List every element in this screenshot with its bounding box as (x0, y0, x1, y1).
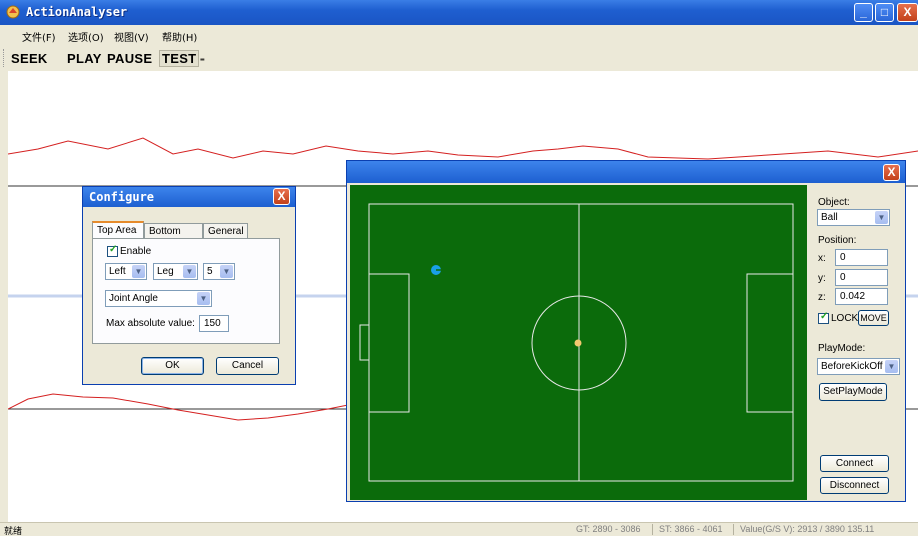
index-select[interactable]: 5 ▼ (203, 263, 235, 280)
measure-select-value: Joint Angle (109, 293, 158, 304)
configure-title: Configure (89, 190, 155, 204)
status-bar: 就绪 GT: 2890 - 3086 ST: 3866 - 4061 Value… (0, 522, 918, 537)
status-value: Value(G/S V): 2913 / 3890 135.11 (740, 524, 875, 534)
minimize-button[interactable]: _ (854, 3, 873, 22)
z-label: z: (818, 292, 826, 303)
menu-bar: 文件(F) 选项(O) 视图(V) 帮助(H) (0, 25, 918, 45)
menu-file[interactable]: 文件(F) (22, 29, 56, 44)
object-select[interactable]: Ball ▼ (817, 209, 890, 226)
chevron-down-icon: ▼ (220, 265, 233, 278)
tab-top-area[interactable]: Top Area (92, 221, 144, 238)
bottom-area-curve (8, 393, 349, 421)
pause-button[interactable]: PAUSE (107, 51, 152, 66)
field-window-close-button[interactable]: X (883, 164, 900, 181)
limb-select[interactable]: Leg ▼ (153, 263, 198, 280)
max-value-input-text: 150 (204, 318, 221, 329)
move-button[interactable]: MOVE (858, 310, 889, 326)
seek-button[interactable]: SEEK (11, 51, 48, 66)
lock-label: LOCK (831, 313, 859, 324)
x-input-text: 0 (840, 252, 846, 263)
limb-select-value: Leg (157, 266, 174, 277)
side-select[interactable]: Left ▼ (105, 263, 147, 280)
toolbar-grip[interactable] (3, 49, 7, 67)
y-input[interactable]: 0 (835, 269, 888, 286)
chevron-down-icon: ▼ (183, 265, 196, 278)
y-input-text: 0 (840, 272, 846, 283)
lock-checkbox[interactable]: ✓ (818, 311, 829, 324)
status-divider (733, 524, 734, 535)
z-input-text: 0.042 (840, 291, 866, 302)
measure-select[interactable]: Joint Angle ▼ (105, 290, 212, 307)
soccer-field[interactable] (350, 185, 807, 500)
object-select-value: Ball (821, 212, 838, 223)
setplaymode-button[interactable]: SetPlayMode (819, 383, 887, 401)
tab-general[interactable]: General (203, 223, 248, 238)
app-icon (6, 5, 20, 19)
index-select-value: 5 (207, 266, 213, 277)
status-st: ST: 3866 - 4061 (659, 524, 723, 534)
close-button[interactable]: X (897, 3, 918, 22)
object-label: Object: (818, 197, 850, 208)
enable-checkbox[interactable]: ✓ (107, 244, 118, 257)
client-frame (0, 71, 8, 522)
chevron-down-icon: ▼ (885, 360, 898, 373)
connect-button[interactable]: Connect (820, 455, 889, 472)
window-title: ActionAnalyser (26, 5, 128, 19)
checkmark-icon: ✓ (109, 244, 118, 255)
title-bar: ActionAnalyser _ □ X (0, 0, 918, 25)
checkmark-icon: ✓ (820, 311, 829, 322)
cancel-button[interactable]: Cancel (216, 357, 279, 375)
chevron-down-icon: ▼ (132, 265, 145, 278)
top-area-curve (8, 137, 918, 160)
position-label: Position: (818, 235, 857, 246)
status-divider (652, 524, 653, 535)
configure-close-button[interactable]: X (273, 188, 290, 205)
tab-bottom-area[interactable]: Bottom Area (144, 223, 203, 252)
status-text: 就绪 (4, 527, 23, 537)
configure-title-bar[interactable]: Configure X (83, 187, 295, 207)
status-gt: GT: 2890 - 3086 (576, 524, 641, 534)
menu-help[interactable]: 帮助(H) (162, 29, 197, 44)
z-input[interactable]: 0.042 (835, 288, 888, 305)
disconnect-button[interactable]: Disconnect (820, 477, 889, 494)
playmode-select-value: BeforeKickOff (821, 361, 883, 372)
chevron-down-icon: ▼ (197, 292, 210, 305)
player-marker[interactable] (431, 265, 441, 275)
chevron-down-icon: ▼ (875, 211, 888, 224)
x-input[interactable]: 0 (835, 249, 888, 266)
x-label: x: (818, 253, 826, 264)
toolbar-overflow-button[interactable]: ⁼ (200, 56, 205, 67)
max-value-label: Max absolute value: (106, 318, 195, 329)
side-select-value: Left (109, 266, 126, 277)
enable-label: Enable (120, 246, 152, 257)
menu-options[interactable]: 选项(O) (68, 29, 104, 44)
test-button[interactable]: TEST (159, 50, 200, 67)
playmode-select[interactable]: BeforeKickOff ▼ (817, 358, 900, 375)
playmode-label: PlayMode: (818, 343, 866, 354)
max-value-input[interactable]: 150 (199, 315, 229, 332)
ball (574, 339, 582, 347)
field-window-title-bar[interactable]: X (347, 161, 905, 183)
play-button[interactable]: PLAY (67, 51, 102, 66)
ok-button[interactable]: OK (141, 357, 204, 375)
y-label: y: (818, 273, 826, 284)
menu-view[interactable]: 视图(V) (114, 29, 149, 44)
toolbar: SEEK PLAY PAUSE TEST ⁼ (0, 45, 918, 71)
maximize-button[interactable]: □ (875, 3, 894, 22)
